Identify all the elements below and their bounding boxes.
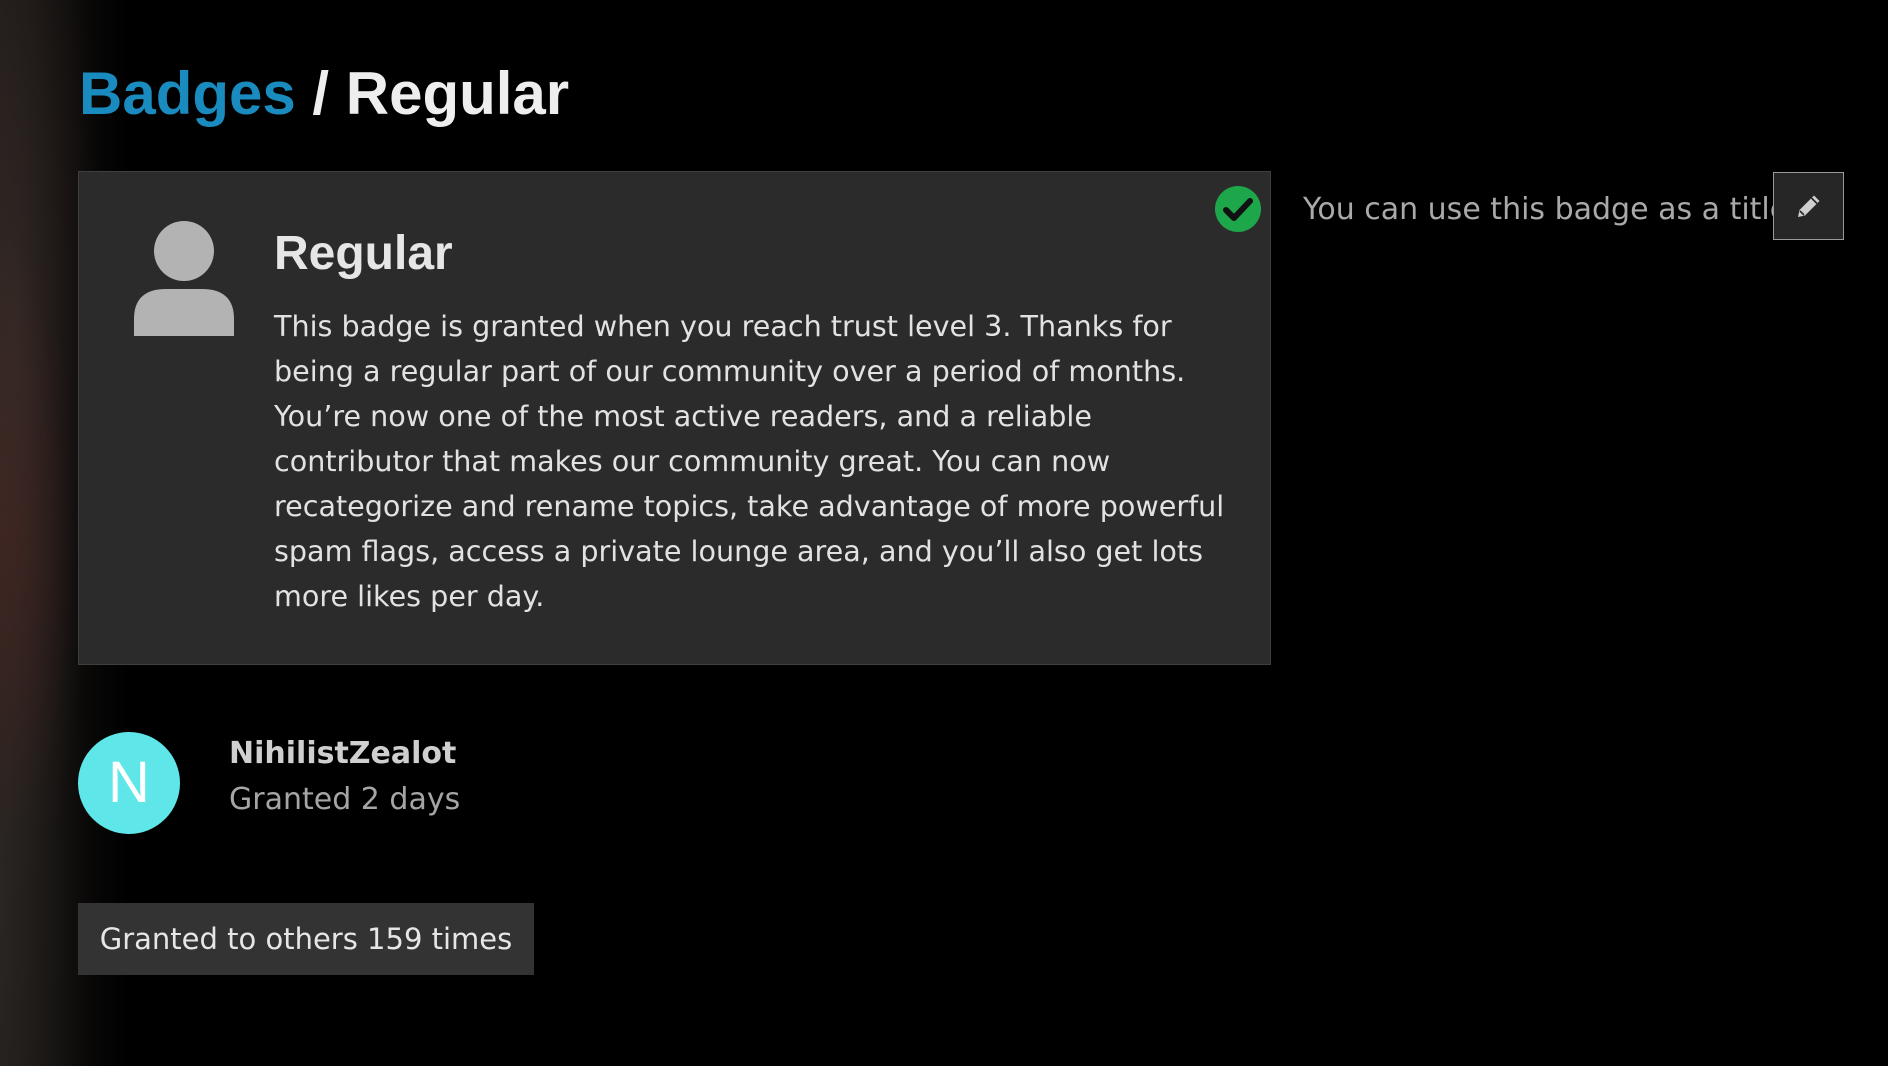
user-icon — [134, 221, 234, 336]
badge-title: Regular — [274, 227, 453, 280]
granted-time: Granted 2 days — [229, 782, 461, 817]
title-hint: You can use this badge as a title — [1303, 192, 1789, 227]
username-link[interactable]: NihilistZealot — [229, 734, 456, 774]
edit-title-button[interactable] — [1773, 172, 1844, 240]
breadcrumb: Badges / Regular — [79, 58, 569, 130]
badge-card: Regular This badge is granted when you r… — [78, 171, 1271, 665]
breadcrumb-current: Regular — [345, 60, 570, 127]
badge-description: This badge is granted when you reach tru… — [274, 309, 1225, 613]
granted-to-others-button[interactable]: Granted to others 159 times — [78, 903, 534, 975]
avatar[interactable]: N — [78, 732, 180, 834]
check-circle-icon — [1215, 186, 1261, 232]
breadcrumb-separator: / — [295, 60, 346, 127]
breadcrumb-badges-link[interactable]: Badges — [79, 60, 296, 127]
pencil-icon — [1797, 195, 1819, 217]
